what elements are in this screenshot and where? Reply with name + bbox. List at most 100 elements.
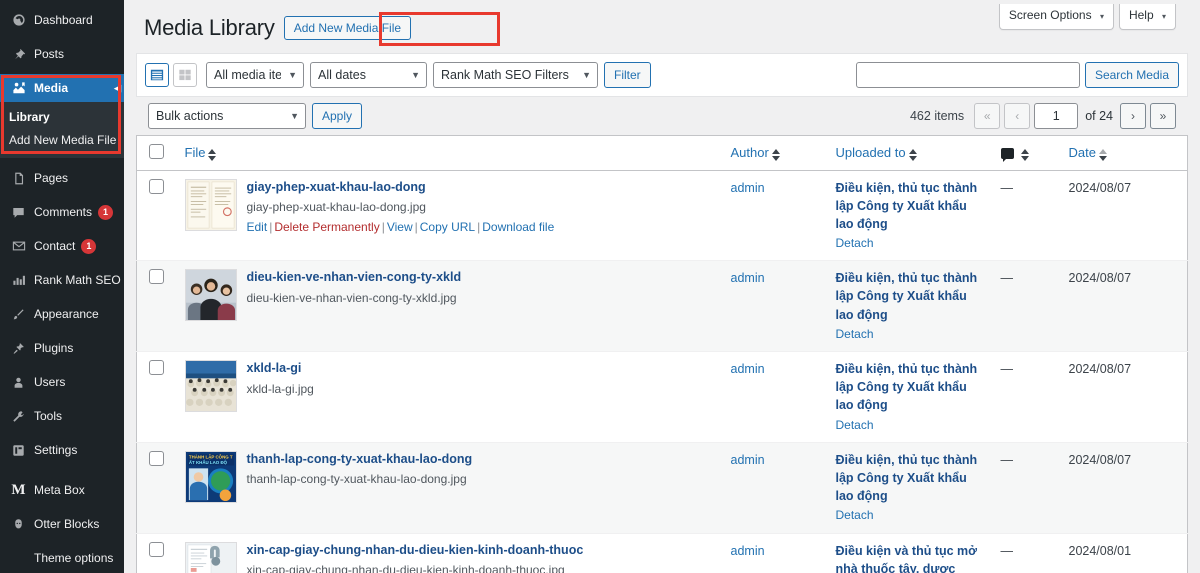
media-items-filter[interactable]: All media items [206,61,304,88]
dates-filter[interactable]: All dates [310,61,427,88]
media-title-link[interactable]: giay-phep-xuat-khau-lao-dong [247,179,555,197]
sidebar-item-label: Pages [34,171,69,185]
sidebar-item-label: Tools [34,409,63,423]
media-thumbnail[interactable]: THÀNH LẬP CÔNG T ẤT KHẨU LAO ĐỘ [184,450,237,503]
comments-count-badge: 1 [98,204,114,220]
column-header-author[interactable]: Author [720,135,826,171]
date-cell: 2024/08/07 [1059,170,1188,261]
comments-cell: — [991,170,1059,261]
sidebar-item-tools[interactable]: Tools [0,402,124,430]
column-header-comments[interactable] [990,135,1059,171]
sidebar-item-contact[interactable]: Contact 1 [0,232,124,260]
sidebar-item-label: Plugins [34,341,74,355]
column-header-date[interactable]: Date [1058,135,1188,171]
date-cell: 2024/08/01 [1059,533,1188,573]
row-select-cell [137,352,175,443]
media-thumbnail[interactable] [184,541,237,573]
media-title-link[interactable]: xin-cap-giay-chung-nhan-du-dieu-kien-kin… [247,542,584,560]
view-link[interactable]: View [387,220,413,234]
uploaded-to-cell: Điều kiện, thủ tục thành lập Công ty Xuấ… [826,170,991,261]
row-checkbox[interactable] [149,450,164,466]
author-link[interactable]: admin [731,544,765,558]
sidebar-item-meta-box[interactable]: M Meta Box [0,476,124,504]
first-page-button[interactable]: « [974,102,1001,129]
table-header-row: File Author Uploaded to Date [136,135,1188,171]
author-link[interactable]: admin [731,271,765,285]
copy-url-link[interactable]: Copy URL [420,220,475,234]
row-checkbox[interactable] [149,178,164,194]
media-thumbnail[interactable] [184,178,237,231]
search-media-button[interactable]: Search Media [1084,61,1179,88]
edit-link[interactable]: Edit [247,220,268,234]
contact-count-badge: 1 [81,238,97,254]
sidebar-item-pages[interactable]: Pages [0,164,124,192]
download-file-link[interactable]: Download file [482,220,554,234]
parent-post-link[interactable]: Điều kiện, thủ tục thành lập Công ty Xuấ… [836,181,978,231]
sort-icon[interactable] [1020,148,1029,161]
sidebar-item-rank-math-seo[interactable]: Rank Math SEO [0,266,124,294]
row-checkbox[interactable] [149,360,164,376]
sidebar-item-otter-blocks[interactable]: Otter Blocks [0,510,124,538]
sidebar-item-settings[interactable]: Settings [0,436,124,464]
bulk-actions-select[interactable]: Bulk actions [148,102,306,129]
media-title-link[interactable]: thanh-lap-cong-ty-xuat-khau-lao-dong [247,451,473,469]
rank-math-seo-filter[interactable]: Rank Math SEO Filters [433,61,598,88]
media-filename: thanh-lap-cong-ty-xuat-khau-lao-dong.jpg [246,472,467,487]
prev-page-button[interactable]: ‹ [1004,102,1031,129]
last-page-button[interactable]: » [1150,102,1176,129]
filter-button[interactable]: Filter [604,61,651,88]
submenu-item-library[interactable]: Library [0,106,124,129]
list-view-icon[interactable] [145,62,169,87]
screen-options-button[interactable]: Screen Options ▾ [998,4,1114,30]
sidebar-item-plugins[interactable]: Plugins [0,334,124,362]
apply-button[interactable]: Apply [312,102,363,129]
sidebar-item-theme-options[interactable]: Theme options [0,544,124,572]
parent-post-link[interactable]: Điều kiện, thủ tục thành lập Công ty Xuấ… [836,453,978,503]
select-all-checkbox[interactable] [149,143,164,159]
media-thumbnail[interactable] [184,360,237,413]
row-checkbox[interactable] [149,269,164,285]
sidebar-item-label: Theme options [34,551,114,565]
column-header-file[interactable]: File [174,135,721,171]
detach-link[interactable]: Detach [836,417,981,434]
media-title-link[interactable]: dieu-kien-ve-nhan-vien-cong-ty-xkld [247,269,462,287]
help-button[interactable]: Help ▾ [1118,4,1176,30]
sort-icon[interactable] [908,148,917,161]
sort-icon[interactable] [1098,148,1107,161]
parent-post-link[interactable]: Điều kiện, thủ tục thành lập Công ty Xuấ… [836,362,978,412]
grid-view-icon[interactable] [173,62,197,87]
detach-link[interactable]: Detach [836,507,981,524]
row-checkbox[interactable] [149,541,164,557]
row-actions: Edit | Delete Permanently | View | Copy URL | Do… [247,219,555,236]
sidebar-item-label: Dashboard [34,13,93,27]
sort-icon[interactable] [208,148,217,161]
detach-link[interactable]: Detach [836,235,981,252]
sort-icon[interactable] [771,148,780,161]
search-input[interactable] [855,61,1080,88]
parent-post-link[interactable]: Điều kiện và thủ tục mở nhà thuốc tây, d… [836,544,978,573]
media-thumbnail[interactable] [184,269,237,322]
comment-icon [9,206,28,219]
media-filename: giay-phep-xuat-khau-lao-dong.jpg [246,200,426,215]
author-link[interactable]: admin [731,181,765,195]
next-page-button[interactable]: › [1120,102,1146,129]
column-header-uploaded-to[interactable]: Uploaded to [825,135,991,171]
sidebar-item-media[interactable]: Media ◀ [0,74,124,102]
table-body: giay-phep-xuat-khau-lao-dong giay-phep-xu… [136,170,1188,573]
add-new-media-file-button[interactable]: Add New Media File [283,16,412,41]
sidebar-item-users[interactable]: Users [0,368,124,396]
sidebar-item-appearance[interactable]: Appearance [0,300,124,328]
sidebar-item-comments[interactable]: Comments 1 [0,198,124,226]
submenu-item-add-new-media-file[interactable]: Add New Media File [0,129,124,152]
media-title-link[interactable]: xkld-la-gi [247,360,314,378]
sidebar-item-posts[interactable]: Posts [0,40,124,68]
delete-permanently-link[interactable]: Delete Permanently [274,220,379,234]
detach-link[interactable]: Detach [836,326,981,343]
date-cell: 2024/08/07 [1059,442,1188,533]
current-page-input[interactable]: 1 [1034,102,1079,129]
sidebar-item-dashboard[interactable]: Dashboard [0,6,124,34]
author-link[interactable]: admin [731,362,765,376]
parent-post-link[interactable]: Điều kiện, thủ tục thành lập Công ty Xuấ… [836,271,978,321]
author-cell: admin [721,533,826,573]
author-link[interactable]: admin [731,453,765,467]
